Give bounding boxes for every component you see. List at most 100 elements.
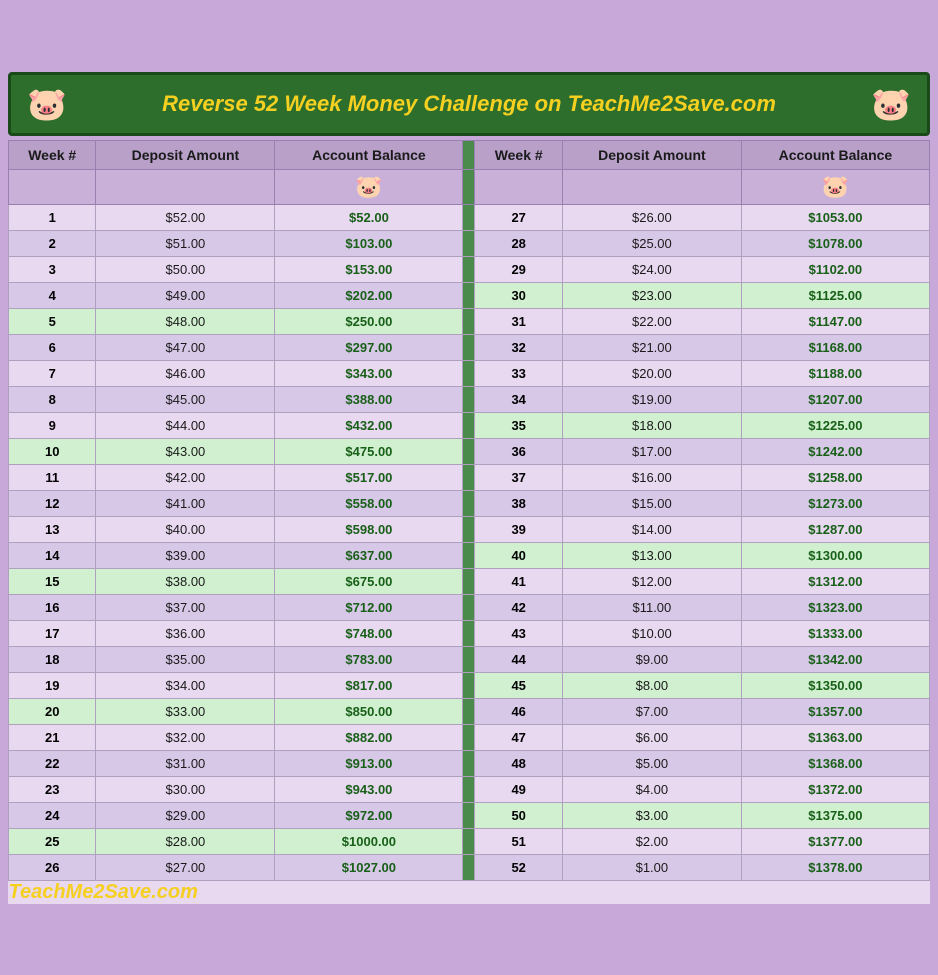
right-week: 41 <box>475 568 562 594</box>
left-deposit: $32.00 <box>96 724 275 750</box>
footer-text: TeachMe2Save.com <box>9 881 198 903</box>
table-row: 23$30.00$943.0049$4.00$1372.00 <box>9 776 930 802</box>
left-week: 5 <box>9 308 96 334</box>
pig-empty-4 <box>562 169 741 204</box>
table-row: 11$42.00$517.0037$16.00$1258.00 <box>9 464 930 490</box>
right-deposit: $18.00 <box>562 412 741 438</box>
footer-row: TeachMe2Save.com <box>9 880 930 904</box>
right-deposit: $6.00 <box>562 724 741 750</box>
pig-empty-2 <box>96 169 275 204</box>
right-week: 29 <box>475 256 562 282</box>
right-deposit: $25.00 <box>562 230 741 256</box>
right-week: 37 <box>475 464 562 490</box>
divider-cell <box>463 516 475 542</box>
left-week: 16 <box>9 594 96 620</box>
divider-cell <box>463 724 475 750</box>
right-week: 45 <box>475 672 562 698</box>
divider-cell <box>463 776 475 802</box>
divider-pig <box>463 169 475 204</box>
title-bar: 🐷 Reverse 52 Week Money Challenge on Tea… <box>8 72 930 136</box>
left-balance: $748.00 <box>275 620 463 646</box>
right-deposit: $24.00 <box>562 256 741 282</box>
right-week: 48 <box>475 750 562 776</box>
table-row: 8$45.00$388.0034$19.00$1207.00 <box>9 386 930 412</box>
right-deposit: $17.00 <box>562 438 741 464</box>
table-row: 22$31.00$913.0048$5.00$1368.00 <box>9 750 930 776</box>
table-row: 16$37.00$712.0042$11.00$1323.00 <box>9 594 930 620</box>
table-row: 24$29.00$972.0050$3.00$1375.00 <box>9 802 930 828</box>
right-balance: $1078.00 <box>741 230 929 256</box>
left-deposit: $45.00 <box>96 386 275 412</box>
right-deposit: $7.00 <box>562 698 741 724</box>
right-balance: $1273.00 <box>741 490 929 516</box>
footer-cell: TeachMe2Save.com <box>9 880 930 904</box>
left-week: 8 <box>9 386 96 412</box>
left-week: 19 <box>9 672 96 698</box>
left-week: 18 <box>9 646 96 672</box>
left-week: 20 <box>9 698 96 724</box>
right-week: 51 <box>475 828 562 854</box>
table-row: 26$27.00$1027.0052$1.00$1378.00 <box>9 854 930 880</box>
right-balance: $1342.00 <box>741 646 929 672</box>
right-week: 31 <box>475 308 562 334</box>
table-row: 9$44.00$432.0035$18.00$1225.00 <box>9 412 930 438</box>
right-balance: $1378.00 <box>741 854 929 880</box>
table-row: 4$49.00$202.0030$23.00$1125.00 <box>9 282 930 308</box>
left-week: 12 <box>9 490 96 516</box>
left-week: 6 <box>9 334 96 360</box>
left-balance: $712.00 <box>275 594 463 620</box>
right-deposit: $22.00 <box>562 308 741 334</box>
right-deposit: $5.00 <box>562 750 741 776</box>
table-row: 6$47.00$297.0032$21.00$1168.00 <box>9 334 930 360</box>
left-balance: $52.00 <box>275 204 463 230</box>
divider-cell <box>463 334 475 360</box>
left-deposit: $43.00 <box>96 438 275 464</box>
right-week: 40 <box>475 542 562 568</box>
left-deposit: $30.00 <box>96 776 275 802</box>
left-balance: $1000.00 <box>275 828 463 854</box>
left-balance: $817.00 <box>275 672 463 698</box>
right-balance: $1333.00 <box>741 620 929 646</box>
right-deposit: $15.00 <box>562 490 741 516</box>
left-deposit: $48.00 <box>96 308 275 334</box>
left-deposit: $47.00 <box>96 334 275 360</box>
right-deposit: $2.00 <box>562 828 741 854</box>
left-deposit: $31.00 <box>96 750 275 776</box>
left-deposit: $28.00 <box>96 828 275 854</box>
left-deposit: $35.00 <box>96 646 275 672</box>
divider-cell <box>463 282 475 308</box>
left-deposit: $52.00 <box>96 204 275 230</box>
table-row: 15$38.00$675.0041$12.00$1312.00 <box>9 568 930 594</box>
left-deposit: $41.00 <box>96 490 275 516</box>
right-balance: $1053.00 <box>741 204 929 230</box>
table-row: 13$40.00$598.0039$14.00$1287.00 <box>9 516 930 542</box>
divider-cell <box>463 386 475 412</box>
divider-header <box>463 140 475 169</box>
right-balance: $1207.00 <box>741 386 929 412</box>
left-balance: $250.00 <box>275 308 463 334</box>
right-balance: $1300.00 <box>741 542 929 568</box>
right-week: 28 <box>475 230 562 256</box>
right-week: 33 <box>475 360 562 386</box>
table-row: 2$51.00$103.0028$25.00$1078.00 <box>9 230 930 256</box>
left-deposit: $27.00 <box>96 854 275 880</box>
right-week: 50 <box>475 802 562 828</box>
left-week: 15 <box>9 568 96 594</box>
left-balance: $913.00 <box>275 750 463 776</box>
table-row: 17$36.00$748.0043$10.00$1333.00 <box>9 620 930 646</box>
left-balance: $850.00 <box>275 698 463 724</box>
right-balance: $1102.00 <box>741 256 929 282</box>
left-week: 3 <box>9 256 96 282</box>
divider-cell <box>463 594 475 620</box>
left-week: 25 <box>9 828 96 854</box>
left-week: 10 <box>9 438 96 464</box>
left-deposit: $36.00 <box>96 620 275 646</box>
right-balance: $1147.00 <box>741 308 929 334</box>
pig-icon-left: 🐷 <box>27 85 67 123</box>
left-balance: $432.00 <box>275 412 463 438</box>
divider-cell <box>463 802 475 828</box>
left-week: 22 <box>9 750 96 776</box>
left-week: 24 <box>9 802 96 828</box>
pig-empty-3 <box>475 169 562 204</box>
divider-cell <box>463 204 475 230</box>
